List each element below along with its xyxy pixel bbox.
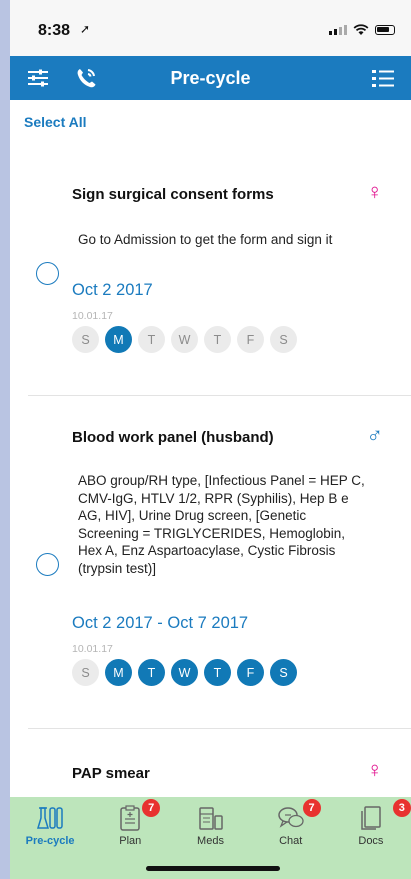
task-checkbox[interactable] bbox=[36, 553, 59, 576]
medicine-icon bbox=[198, 807, 223, 830]
task-start-date: 10.01.17 bbox=[72, 643, 113, 655]
task-date: Oct 2 2017 - Oct 7 2017 bbox=[72, 614, 249, 632]
clipboard-icon bbox=[120, 805, 141, 831]
task-date: Oct 2 2017 bbox=[72, 281, 153, 299]
day-tuesday[interactable]: T bbox=[138, 326, 165, 353]
plan-badge: 7 bbox=[142, 799, 161, 817]
list-menu-icon[interactable] bbox=[369, 64, 397, 92]
tab-label: Chat bbox=[279, 835, 303, 847]
status-time: 8:38 bbox=[38, 22, 71, 39]
status-icons bbox=[329, 24, 395, 36]
task-checkbox[interactable] bbox=[36, 262, 59, 285]
tab-label: Plan bbox=[119, 835, 142, 847]
documents-icon bbox=[361, 806, 381, 830]
day-monday[interactable]: M bbox=[105, 659, 132, 686]
status-bar: 8:38 ➚ bbox=[10, 0, 411, 56]
divider bbox=[28, 728, 411, 729]
day-sunday[interactable]: S bbox=[72, 659, 99, 686]
battery-icon bbox=[375, 25, 395, 35]
location-arrow-icon: ➚ bbox=[80, 22, 91, 36]
task-title: Sign surgical consent forms bbox=[72, 186, 274, 203]
device-bezel bbox=[0, 0, 10, 879]
chat-badge: 7 bbox=[302, 799, 321, 817]
task-title: Blood work panel (husband) bbox=[72, 429, 274, 446]
tab-docs[interactable]: 3 Docs bbox=[331, 797, 411, 879]
nav-bar: Pre-cycle bbox=[10, 56, 411, 100]
cell-signal-icon bbox=[329, 25, 347, 35]
day-saturday[interactable]: S bbox=[270, 659, 297, 686]
tab-label: Docs bbox=[358, 835, 384, 847]
female-icon: ♀ bbox=[366, 757, 384, 782]
task-description: ABO group/RH type, [Infectious Panel = H… bbox=[78, 473, 365, 576]
docs-badge: 3 bbox=[392, 799, 411, 817]
day-wednesday[interactable]: W bbox=[171, 659, 198, 686]
app-screen: 8:38 ➚ Pre-cycle Select All Sign surgica… bbox=[10, 0, 411, 879]
select-all-link[interactable]: Select All bbox=[24, 114, 87, 130]
divider bbox=[28, 395, 411, 396]
day-tuesday[interactable]: T bbox=[138, 659, 165, 686]
weekday-selector: S M T W T F S bbox=[72, 659, 297, 686]
task-title: PAP smear bbox=[72, 765, 150, 782]
day-friday[interactable]: F bbox=[237, 326, 264, 353]
day-friday[interactable]: F bbox=[237, 659, 264, 686]
lab-flask-icon bbox=[37, 807, 63, 829]
page-title: Pre-cycle bbox=[170, 68, 251, 88]
female-icon: ♀ bbox=[366, 179, 384, 204]
day-thursday[interactable]: T bbox=[204, 326, 231, 353]
tab-label: Pre-cycle bbox=[25, 835, 75, 847]
day-monday[interactable]: M bbox=[105, 326, 132, 353]
chat-bubbles-icon bbox=[277, 807, 304, 828]
day-saturday[interactable]: S bbox=[270, 326, 297, 353]
day-sunday[interactable]: S bbox=[72, 326, 99, 353]
day-wednesday[interactable]: W bbox=[171, 326, 198, 353]
tab-pre-cycle[interactable]: Pre-cycle bbox=[10, 797, 90, 879]
tab-label: Meds bbox=[197, 835, 224, 847]
task-description: Go to Admission to get the form and sign… bbox=[78, 232, 333, 247]
male-icon: ♂ bbox=[366, 422, 384, 447]
task-start-date: 10.01.17 bbox=[72, 310, 113, 322]
day-thursday[interactable]: T bbox=[204, 659, 231, 686]
home-indicator bbox=[146, 866, 280, 871]
wifi-icon bbox=[353, 24, 369, 35]
weekday-selector: S M T W T F S bbox=[72, 326, 297, 353]
